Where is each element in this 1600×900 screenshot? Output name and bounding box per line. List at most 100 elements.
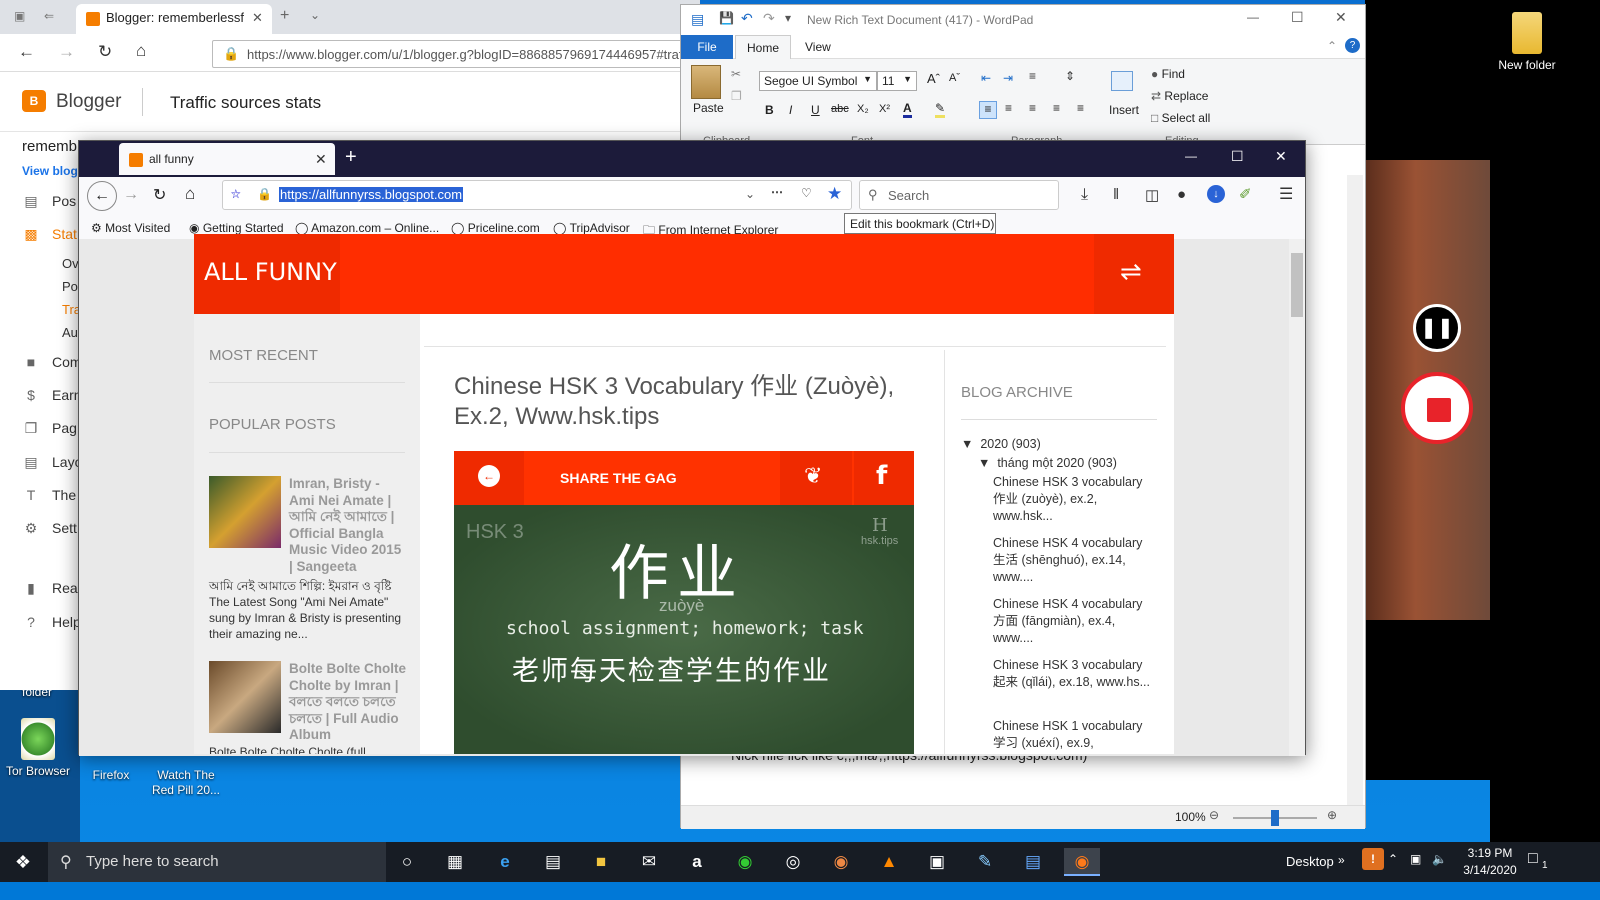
maximize-icon[interactable]: ☐ — [1231, 148, 1244, 165]
grow-font-icon[interactable]: Aˆ — [927, 71, 940, 86]
archive-item[interactable]: Chinese HSK 3 vocabulary 作业 (zuòyè), ex.… — [993, 474, 1153, 525]
highlight-icon[interactable]: ✎ — [935, 101, 946, 118]
bookmark-amazon[interactable]: ◯ Amazon.com – Online... — [295, 221, 439, 235]
bookmark-tripadvisor[interactable]: ◯ TripAdvisor — [553, 221, 630, 235]
sidebar-item-earnings[interactable]: $ Earn — [22, 387, 82, 409]
cut-icon[interactable]: ✂ — [731, 67, 741, 81]
page-actions-icon[interactable]: ⋯ — [771, 185, 783, 199]
store-icon[interactable]: ▤ — [538, 848, 568, 876]
help-icon[interactable]: ? — [1345, 38, 1360, 53]
bookmark-getting-started[interactable]: ◉ Getting Started — [189, 221, 284, 235]
quick-access-dropdown-icon[interactable]: ▾ — [785, 11, 791, 25]
font-family-select[interactable]: Segoe UI Symbol ▼ — [759, 71, 877, 91]
find-button[interactable]: ● Find — [1151, 67, 1185, 81]
post-thumbnail[interactable] — [209, 476, 281, 548]
wordpad-taskbar-icon[interactable]: ▤ — [1018, 848, 1048, 876]
redo-icon[interactable]: ↷ — [763, 10, 775, 27]
vlc-icon[interactable]: ▲ — [874, 848, 904, 876]
tab-file[interactable]: File — [681, 35, 733, 59]
desktop-icon-tor-browser[interactable]: Tor Browser — [2, 718, 74, 779]
sidebar-item-posts[interactable]: ▤ Pos — [22, 193, 82, 215]
archive-month[interactable]: ▼ tháng một 2020 (903) — [978, 455, 1117, 472]
list-icon[interactable]: ≡ — [1029, 69, 1036, 83]
page-scrollbar[interactable] — [1289, 239, 1305, 756]
subscript-icon[interactable]: X₂ — [857, 103, 869, 115]
article-title[interactable]: Chinese HSK 3 Vocabulary 作业 (Zuòyè), Ex.… — [454, 372, 914, 432]
hamburger-menu-icon[interactable]: ☰ — [1279, 184, 1293, 204]
archive-item[interactable]: Chinese HSK 4 vocabulary 方面 (fāngmiàn), … — [993, 596, 1153, 647]
insert-picture-icon[interactable] — [1111, 71, 1133, 91]
cortana-icon[interactable]: ○ — [392, 848, 422, 876]
collapse-ribbon-icon[interactable]: ⌃ — [1327, 39, 1337, 53]
close-icon[interactable]: ✕ — [1335, 9, 1347, 26]
pocket-icon[interactable]: ♡ — [801, 186, 812, 200]
copy-icon[interactable]: ❐ — [731, 89, 742, 103]
home-icon[interactable]: ⌂ — [185, 184, 195, 204]
file-explorer-icon[interactable]: ■ — [586, 848, 616, 876]
firefox-search-bar[interactable]: ⚲ Search — [859, 180, 1059, 210]
edge-icon[interactable]: e — [490, 848, 520, 876]
back-icon[interactable]: ← — [18, 42, 35, 62]
font-size-select[interactable]: 11 ▼ — [877, 71, 917, 91]
undo-icon[interactable]: ↶ — [741, 10, 753, 27]
decrease-indent-icon[interactable]: ⇤ — [981, 71, 991, 85]
download-icon[interactable]: ⤓ — [1081, 186, 1088, 204]
clock-date[interactable]: 3/14/2020 — [1458, 863, 1522, 877]
share-facebook-button[interactable]: f — [854, 451, 914, 505]
paragraph-icon[interactable]: ≡ — [1077, 101, 1084, 115]
back-tabs-icon[interactable]: ⇐ — [44, 9, 54, 23]
amazon-icon[interactable]: a — [682, 848, 712, 876]
minimize-icon[interactable]: — — [1185, 149, 1197, 163]
paint-icon[interactable]: ✎ — [970, 848, 1000, 876]
shuffle-button[interactable]: ⇌ — [1094, 234, 1174, 314]
justify-icon[interactable]: ≡ — [1053, 101, 1060, 115]
minimize-icon[interactable]: — — [1247, 10, 1259, 24]
bookmark-star-icon[interactable]: ★ — [827, 184, 842, 204]
firefox-taskbar-icon[interactable]: ◉ — [1064, 848, 1100, 876]
desktop-icon-firefox[interactable]: Firefox — [82, 768, 140, 783]
post-thumbnail[interactable] — [209, 661, 281, 733]
close-tab-icon[interactable]: ✕ — [252, 10, 263, 26]
popular-post-title[interactable]: Imran, Bristy - Ami Nei Amate | আমি নেই … — [289, 476, 407, 575]
italic-icon[interactable]: I — [789, 103, 792, 117]
reload-icon[interactable]: ↻ — [98, 42, 112, 62]
library-icon[interactable]: ‖ — [1113, 186, 1119, 203]
select-all-button[interactable]: □ Select all — [1151, 111, 1210, 125]
stop-record-button[interactable] — [1401, 372, 1473, 444]
close-window-icon[interactable]: ✕ — [1275, 148, 1287, 165]
chrome-like-icon[interactable]: ◉ — [826, 848, 856, 876]
chevron-icon[interactable]: » — [1338, 853, 1345, 867]
superscript-icon[interactable]: X² — [879, 103, 890, 115]
camera-icon[interactable]: ▣ — [922, 848, 952, 876]
notifications-icon[interactable]: □ — [1528, 850, 1538, 868]
bold-icon[interactable]: B — [765, 103, 774, 117]
underline-icon[interactable]: U — [811, 103, 820, 117]
extension-icon[interactable]: ✐ — [1239, 185, 1252, 203]
mail-icon[interactable]: ✉ — [634, 848, 664, 876]
hsk-vocabulary-card[interactable]: HSK 3 H hsk.tips 作业 zuòyè school assignm… — [454, 505, 914, 754]
tab-view[interactable]: View — [805, 40, 831, 54]
desktop-icon-new-folder-front[interactable]: New folder — [1492, 12, 1562, 73]
font-color-icon[interactable]: A — [903, 101, 912, 118]
reload-icon[interactable]: ↻ — [153, 185, 166, 205]
sidebar-item-reading-list[interactable]: ▮ Rea — [22, 580, 82, 602]
network-icon[interactable]: ▣ — [1410, 852, 1421, 866]
tripadvisor-icon[interactable]: ◉ — [730, 848, 760, 876]
align-right-icon[interactable]: ≡ — [1029, 101, 1036, 115]
blogger-address-bar[interactable]: 🔒 https://www.blogger.com/u/1/blogger.g?… — [212, 40, 682, 68]
desktop-toolbar-label[interactable]: Desktop — [1286, 854, 1334, 869]
new-tab-icon[interactable]: + — [345, 146, 357, 169]
blog-name[interactable]: rememb — [22, 138, 77, 155]
new-tab-icon[interactable]: + — [280, 7, 289, 25]
bookmark-priceline[interactable]: ◯ Priceline.com — [451, 221, 540, 235]
previous-post-button[interactable]: ← — [454, 451, 524, 505]
increase-indent-icon[interactable]: ⇥ — [1003, 71, 1013, 85]
clock-time[interactable]: 3:19 PM — [1462, 846, 1518, 860]
windows-start-icon[interactable]: ❖ — [8, 848, 38, 876]
blog-title[interactable]: ALL FUNNY — [204, 258, 337, 286]
strikethrough-icon[interactable]: abc — [831, 103, 849, 115]
task-view-icon[interactable]: ▦ — [440, 848, 470, 876]
camera-app-icon[interactable]: ◎ — [778, 848, 808, 876]
blogger-brand[interactable]: Blogger — [56, 91, 122, 113]
sidebar-item-pages[interactable]: ❐ Pag — [22, 420, 82, 442]
